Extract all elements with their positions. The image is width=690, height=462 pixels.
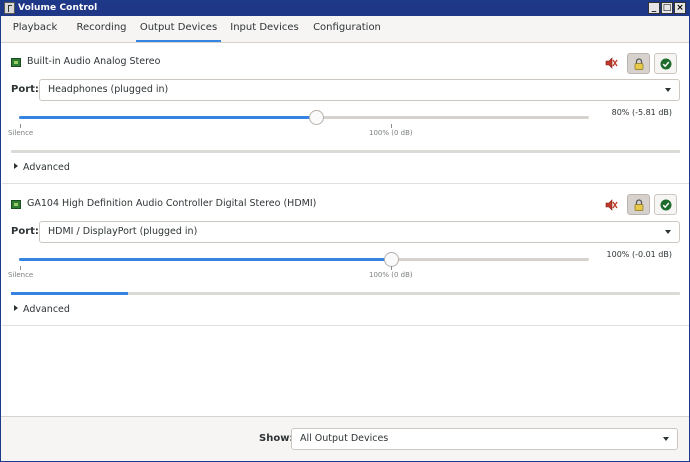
app-icon — [4, 2, 15, 14]
tab-input-devices[interactable]: Input Devices — [226, 16, 303, 42]
advanced-label: Advanced — [23, 162, 70, 173]
volume-slider-handle[interactable] — [309, 110, 325, 125]
checkmark-icon — [660, 58, 672, 70]
lock-channels-button[interactable] — [627, 53, 650, 74]
volume-value: 80% (-5.81 dB) — [611, 108, 672, 117]
device-name: Built-in Audio Analog Stereo — [27, 56, 161, 67]
bottom-bar: Show: All Output Devices — [1, 416, 689, 461]
unity-mark-label: 100% (0 dB) — [369, 129, 413, 137]
tab-configuration[interactable]: Configuration — [308, 16, 386, 42]
volume-slider-fill — [19, 258, 391, 261]
silence-tick — [20, 124, 21, 128]
advanced-expander[interactable]: Advanced — [14, 162, 70, 173]
minimize-button[interactable]: _ — [648, 2, 660, 14]
show-label: Show: — [259, 433, 294, 444]
window-title: Volume Control — [18, 3, 98, 13]
checkmark-icon — [660, 199, 672, 211]
chevron-down-icon — [663, 437, 669, 441]
silence-tick — [20, 266, 21, 270]
tab-recording[interactable]: Recording — [69, 16, 134, 42]
volume-control-window: Volume Control _ □ × Playback Recording … — [0, 0, 690, 462]
chevron-down-icon — [665, 230, 671, 234]
lock-icon — [634, 199, 644, 211]
volume-slider-fill — [19, 116, 317, 119]
unity-mark-label: 100% (0 dB) — [369, 271, 413, 279]
advanced-expander[interactable]: Advanced — [14, 304, 70, 315]
lock-icon — [634, 58, 644, 70]
volume-slider[interactable] — [19, 252, 589, 267]
silence-mark-label: Silence — [8, 271, 34, 279]
device-panel: GA104 High Definition Audio Controller D… — [2, 185, 689, 326]
tab-bar: Playback Recording Output Devices Input … — [1, 16, 689, 43]
chevron-down-icon — [665, 88, 671, 92]
volume-slider[interactable] — [19, 110, 589, 125]
speaker-mute-icon[interactable] — [604, 56, 618, 70]
close-button[interactable]: × — [674, 2, 686, 14]
device-name: GA104 High Definition Audio Controller D… — [27, 198, 317, 209]
show-select[interactable]: All Output Devices — [291, 428, 678, 450]
peak-meter — [11, 292, 680, 295]
port-select[interactable]: Headphones (plugged in) — [39, 79, 680, 101]
tab-playback[interactable]: Playback — [5, 16, 65, 42]
speaker-mute-icon[interactable] — [604, 198, 618, 212]
sound-card-icon — [11, 200, 21, 209]
tab-output-devices[interactable]: Output Devices — [136, 16, 221, 42]
volume-slider-handle[interactable] — [383, 252, 399, 267]
port-label: Port: — [11, 226, 39, 237]
port-select[interactable]: HDMI / DisplayPort (plugged in) — [39, 221, 680, 243]
unity-tick — [391, 124, 392, 128]
port-label: Port: — [11, 84, 39, 95]
port-select-value: Headphones (plugged in) — [48, 84, 169, 95]
unity-tick — [391, 266, 392, 270]
set-default-button[interactable] — [654, 194, 677, 215]
set-default-button[interactable] — [654, 53, 677, 74]
maximize-button[interactable]: □ — [661, 2, 673, 14]
expander-arrow-icon — [14, 163, 18, 169]
peak-meter-fill — [11, 292, 129, 295]
title-bar[interactable]: Volume Control _ □ × — [1, 1, 689, 16]
sound-card-icon — [11, 58, 21, 67]
lock-channels-button[interactable] — [627, 194, 650, 215]
advanced-label: Advanced — [23, 304, 70, 315]
port-select-value: HDMI / DisplayPort (plugged in) — [48, 226, 198, 237]
silence-mark-label: Silence — [8, 129, 34, 137]
expander-arrow-icon — [14, 305, 18, 311]
show-select-value: All Output Devices — [300, 433, 389, 444]
device-panel: Built-in Audio Analog Stereo Port: Headp… — [2, 44, 689, 184]
volume-value: 100% (-0.01 dB) — [606, 250, 672, 259]
peak-meter — [11, 150, 680, 153]
